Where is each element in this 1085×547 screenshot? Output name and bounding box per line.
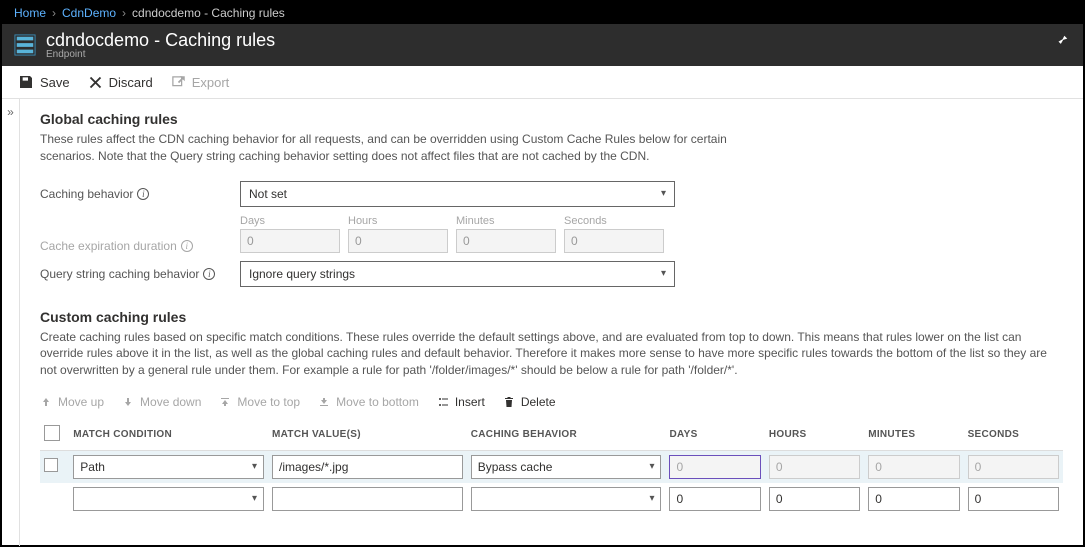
row-caching-behavior-select[interactable]: Bypass cache▾	[471, 455, 662, 479]
row-seconds-input[interactable]: 0	[968, 487, 1059, 511]
table-row: Path▾ /images/*.jpg Bypass cache▾ 0 0 0 …	[40, 450, 1063, 483]
query-string-select[interactable]: Ignore query strings ▾	[240, 261, 675, 287]
seconds-label: Seconds	[564, 215, 664, 227]
col-match-condition: MATCH CONDITION	[69, 419, 268, 451]
row-seconds-input: 0	[968, 455, 1059, 479]
close-icon	[88, 75, 103, 90]
cache-expiration-label: Cache expiration duration i	[40, 239, 240, 253]
chevron-down-icon: ▾	[661, 188, 666, 199]
match-condition-select[interactable]: Path▾	[73, 455, 264, 479]
chevron-down-icon: ▾	[252, 461, 257, 472]
match-condition-select[interactable]: ▾	[73, 487, 264, 511]
move-down-button[interactable]: Move down	[122, 395, 201, 409]
col-minutes: MINUTES	[864, 419, 963, 451]
row-minutes-input: 0	[868, 455, 959, 479]
query-string-label: Query string caching behavior i	[40, 267, 240, 281]
insert-icon	[437, 396, 449, 408]
delete-button[interactable]: Delete	[503, 395, 556, 409]
command-bar: Save Discard Export	[2, 66, 1083, 99]
pin-icon[interactable]	[1055, 34, 1069, 48]
save-icon	[18, 74, 34, 90]
discard-button[interactable]: Discard	[88, 75, 153, 90]
caching-behavior-label: Caching behavior i	[40, 187, 240, 201]
custom-rules-desc: Create caching rules based on specific m…	[40, 329, 1060, 379]
hours-input	[348, 229, 448, 253]
breadcrumb: Home › CdnDemo › cdndocdemo - Caching ru…	[2, 2, 1083, 24]
caching-behavior-select[interactable]: Not set ▾	[240, 181, 675, 207]
query-string-value: Ignore query strings	[249, 267, 355, 281]
caching-behavior-value: Not set	[249, 187, 287, 201]
page-title: cdndocdemo - Caching rules	[46, 30, 275, 51]
blade-header: cdndocdemo - Caching rules Endpoint	[2, 24, 1083, 66]
rules-table: MATCH CONDITION MATCH VALUE(S) CACHING B…	[40, 419, 1063, 515]
global-rules-desc: These rules affect the CDN caching behav…	[40, 131, 760, 165]
breadcrumb-current: cdndocdemo - Caching rules	[132, 6, 285, 20]
discard-label: Discard	[109, 75, 153, 90]
table-row: ▾ ▾ 0 0 0 0	[40, 483, 1063, 515]
col-hours: HOURS	[765, 419, 864, 451]
chevron-right-icon: ›	[122, 6, 126, 20]
minutes-label: Minutes	[456, 215, 556, 227]
col-days: DAYS	[665, 419, 764, 451]
chevron-right-icon: ›	[52, 6, 56, 20]
arrow-bottom-icon	[318, 396, 330, 408]
breadcrumb-home[interactable]: Home	[14, 6, 46, 20]
insert-button[interactable]: Insert	[437, 395, 485, 409]
info-icon[interactable]: i	[181, 240, 193, 252]
export-button[interactable]: Export	[171, 75, 230, 90]
breadcrumb-parent[interactable]: CdnDemo	[62, 6, 116, 20]
global-rules-heading: Global caching rules	[40, 111, 1063, 127]
col-match-values: MATCH VALUE(S)	[268, 419, 467, 451]
move-top-button[interactable]: Move to top	[219, 395, 300, 409]
row-caching-behavior-select[interactable]: ▾	[471, 487, 662, 511]
chevron-down-icon: ▾	[252, 493, 257, 504]
chevron-down-icon: ▾	[649, 461, 654, 472]
arrow-down-icon	[122, 396, 134, 408]
days-label: Days	[240, 215, 340, 227]
row-minutes-input[interactable]: 0	[868, 487, 959, 511]
trash-icon	[503, 396, 515, 408]
hours-label: Hours	[348, 215, 448, 227]
days-input	[240, 229, 340, 253]
custom-rules-heading: Custom caching rules	[40, 309, 1063, 325]
move-up-button[interactable]: Move up	[40, 395, 104, 409]
row-hours-input: 0	[769, 455, 860, 479]
save-label: Save	[40, 75, 70, 90]
row-days-input[interactable]: 0	[669, 487, 760, 511]
move-bottom-button[interactable]: Move to bottom	[318, 395, 419, 409]
chevron-down-icon: ▾	[649, 493, 654, 504]
info-icon[interactable]: i	[203, 268, 215, 280]
export-icon	[171, 75, 186, 90]
save-button[interactable]: Save	[18, 74, 70, 90]
expand-sidebar-button[interactable]: »	[2, 99, 20, 546]
row-hours-input[interactable]: 0	[769, 487, 860, 511]
chevron-down-icon: ▾	[661, 268, 666, 279]
chevron-right-double-icon: »	[7, 105, 14, 119]
arrow-up-icon	[40, 396, 52, 408]
seconds-input	[564, 229, 664, 253]
col-caching-behavior: CACHING BEHAVIOR	[467, 419, 666, 451]
select-all-checkbox[interactable]	[44, 425, 60, 441]
endpoint-icon	[14, 34, 36, 56]
row-days-input: 0	[669, 455, 760, 479]
match-value-input[interactable]	[272, 487, 463, 511]
match-value-input[interactable]: /images/*.jpg	[272, 455, 463, 479]
rules-toolbar: Move up Move down Move to top Move to bo…	[40, 395, 1063, 409]
info-icon[interactable]: i	[137, 188, 149, 200]
export-label: Export	[192, 75, 230, 90]
minutes-input	[456, 229, 556, 253]
arrow-top-icon	[219, 396, 231, 408]
col-seconds: SECONDS	[964, 419, 1063, 451]
row-checkbox[interactable]	[44, 458, 58, 472]
content-area: Global caching rules These rules affect …	[20, 99, 1083, 546]
